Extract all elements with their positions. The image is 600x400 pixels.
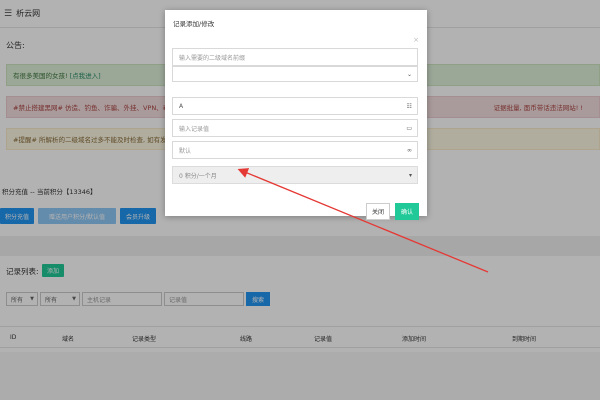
annotation-arrow [237, 168, 489, 273]
